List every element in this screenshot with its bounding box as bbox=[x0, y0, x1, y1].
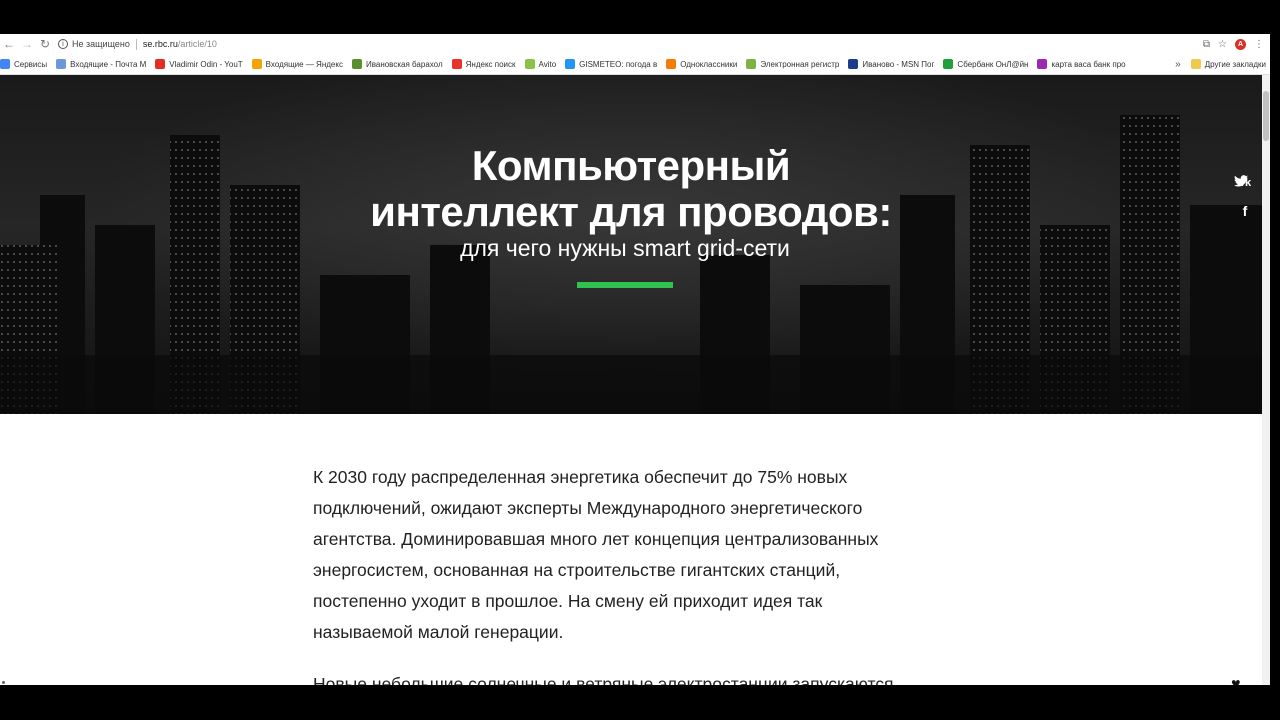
bookmark-item[interactable]: Ивановская барахол bbox=[351, 59, 443, 69]
url-path: /article/10 bbox=[177, 39, 217, 49]
bookmark-item[interactable]: Иваново - MSN Пог bbox=[848, 59, 934, 69]
bookmark-favicon-icon bbox=[155, 59, 166, 69]
share-panel: vk f bbox=[1234, 175, 1256, 247]
title-line-1: Компьютерный bbox=[471, 142, 791, 189]
scrollbar-thumb[interactable] bbox=[1263, 91, 1269, 141]
folder-icon bbox=[1190, 59, 1201, 69]
article-line: постепенно уходит в прошлое. На смену ей… bbox=[313, 591, 823, 611]
bookmark-item[interactable]: Входящие - Почта М bbox=[56, 59, 146, 69]
extension-icon[interactable]: A bbox=[1235, 38, 1246, 50]
forward-button[interactable]: → bbox=[18, 34, 36, 54]
url-host: se.rbc.ru bbox=[142, 39, 178, 49]
bookmarks-bar: Сервисы Входящие - Почта М Vladimir Odin -… bbox=[0, 54, 1270, 75]
bookmark-label: Входящие - Почта М bbox=[70, 59, 147, 69]
reload-button[interactable]: ↻ bbox=[36, 34, 54, 54]
bookmark-label: Vladimir Odin - YouT bbox=[169, 59, 243, 69]
bookmark-label: Яндекс поиск bbox=[465, 59, 516, 69]
bookmark-label: Сервисы bbox=[14, 59, 48, 69]
twitter-icon[interactable] bbox=[1234, 175, 1253, 247]
bookmark-favicon-icon bbox=[0, 59, 10, 69]
title-line-2: интеллект для проводов: bbox=[370, 188, 892, 235]
bookmark-favicon-icon bbox=[1037, 59, 1048, 69]
hero-banner: Компьютерный интеллект для проводов: для… bbox=[0, 75, 1262, 414]
bookmark-label: Электронная регистр bbox=[760, 59, 840, 69]
article-paragraph-1: К 2030 году распределенная энергетика об… bbox=[313, 462, 923, 648]
bookmark-favicon-icon bbox=[56, 59, 67, 69]
address-bar: ← → ↻ i Не защищено se.rbc.ru/article/10… bbox=[0, 34, 1270, 54]
page-viewport: Компьютерный интеллект для проводов: для… bbox=[0, 75, 1262, 685]
bookmark-label: Ивановская барахол bbox=[365, 59, 443, 69]
article-line: подключений, ожидают эксперты Международ… bbox=[313, 498, 863, 518]
other-bookmarks-label: Другие закладки bbox=[1204, 59, 1266, 69]
translate-icon[interactable]: ⧉ bbox=[1203, 39, 1210, 50]
bookmark-favicon-icon bbox=[746, 59, 757, 69]
bookmark-favicon-icon bbox=[524, 59, 535, 69]
bookmark-item[interactable]: Avito bbox=[524, 59, 557, 69]
article-line: называемой малой генерации. bbox=[313, 622, 564, 642]
security-label: Не защищено bbox=[72, 39, 130, 49]
bookmark-item[interactable]: Сервисы bbox=[0, 59, 47, 69]
bookmark-item[interactable]: GISMETEO: погода в bbox=[565, 59, 657, 69]
bookmark-favicon-icon bbox=[251, 59, 262, 69]
bookmark-favicon-icon bbox=[848, 59, 859, 69]
article-line: К 2030 году распределенная энергетика об… bbox=[313, 467, 848, 487]
url-separator bbox=[135, 38, 137, 50]
bookmark-favicon-icon bbox=[451, 59, 462, 69]
bookmark-label: Avito bbox=[538, 59, 557, 69]
bookmark-label: Иваново - MSN Пог bbox=[862, 59, 935, 69]
menu-icon[interactable]: ⋮ bbox=[1254, 39, 1264, 50]
info-icon[interactable]: i bbox=[58, 39, 68, 49]
bookmark-label: Сбербанк ОнЛ@йн bbox=[957, 59, 1029, 69]
article-line: агентства. Доминировавшая много лет конц… bbox=[313, 529, 879, 549]
bookmark-item[interactable]: Сбербанк ОнЛ@йн bbox=[943, 59, 1028, 69]
bookmark-item[interactable]: Vladimir Odin - YouT bbox=[155, 59, 243, 69]
bookmark-item[interactable]: карта васа банк про bbox=[1037, 59, 1126, 69]
article-title: Компьютерный интеллект для проводов: bbox=[0, 143, 1262, 235]
bookmark-favicon-icon bbox=[351, 59, 362, 69]
bookmark-label: карта васа банк про bbox=[1051, 59, 1126, 69]
bookmark-item[interactable]: Входящие — Яндекс bbox=[251, 59, 343, 69]
bookmark-label: GISMETEO: погода в bbox=[579, 59, 658, 69]
heart-icon[interactable]: ♥ bbox=[1231, 676, 1241, 685]
url-field[interactable]: i Не защищено se.rbc.ru/article/10 bbox=[58, 36, 1203, 52]
scroll-dot bbox=[2, 681, 5, 684]
back-button[interactable]: ← bbox=[0, 34, 18, 54]
page-scrollbar[interactable] bbox=[1262, 75, 1270, 685]
accent-bar bbox=[577, 282, 673, 288]
screen: ← → ↻ i Не защищено se.rbc.ru/article/10… bbox=[0, 0, 1280, 720]
article-paragraph-2: Новые небольшие солнечные и ветряные эле… bbox=[313, 674, 894, 685]
bookmark-label: Одноклассники bbox=[680, 59, 738, 69]
facebook-icon[interactable]: f bbox=[1237, 203, 1253, 219]
bookmark-favicon-icon bbox=[943, 59, 954, 69]
article-line: энергосистем, основанная на строительств… bbox=[313, 560, 841, 580]
bookmarks-more-button[interactable]: » bbox=[1175, 59, 1181, 70]
article-subtitle: для чего нужны smart grid-сети bbox=[460, 235, 790, 261]
bookmark-item[interactable]: Яндекс поиск bbox=[451, 59, 516, 69]
other-bookmarks[interactable]: Другие закладки bbox=[1190, 59, 1266, 69]
star-icon[interactable]: ☆ bbox=[1218, 39, 1227, 50]
bookmark-favicon-icon bbox=[666, 59, 677, 69]
toolbar-icons: ⧉ ☆ A ⋮ bbox=[1203, 38, 1264, 50]
bookmark-favicon-icon bbox=[565, 59, 576, 69]
bookmark-item[interactable]: Электронная регистр bbox=[746, 59, 839, 69]
bookmark-label: Входящие — Яндекс bbox=[265, 59, 343, 69]
bookmark-item[interactable]: Одноклассники bbox=[666, 59, 737, 69]
